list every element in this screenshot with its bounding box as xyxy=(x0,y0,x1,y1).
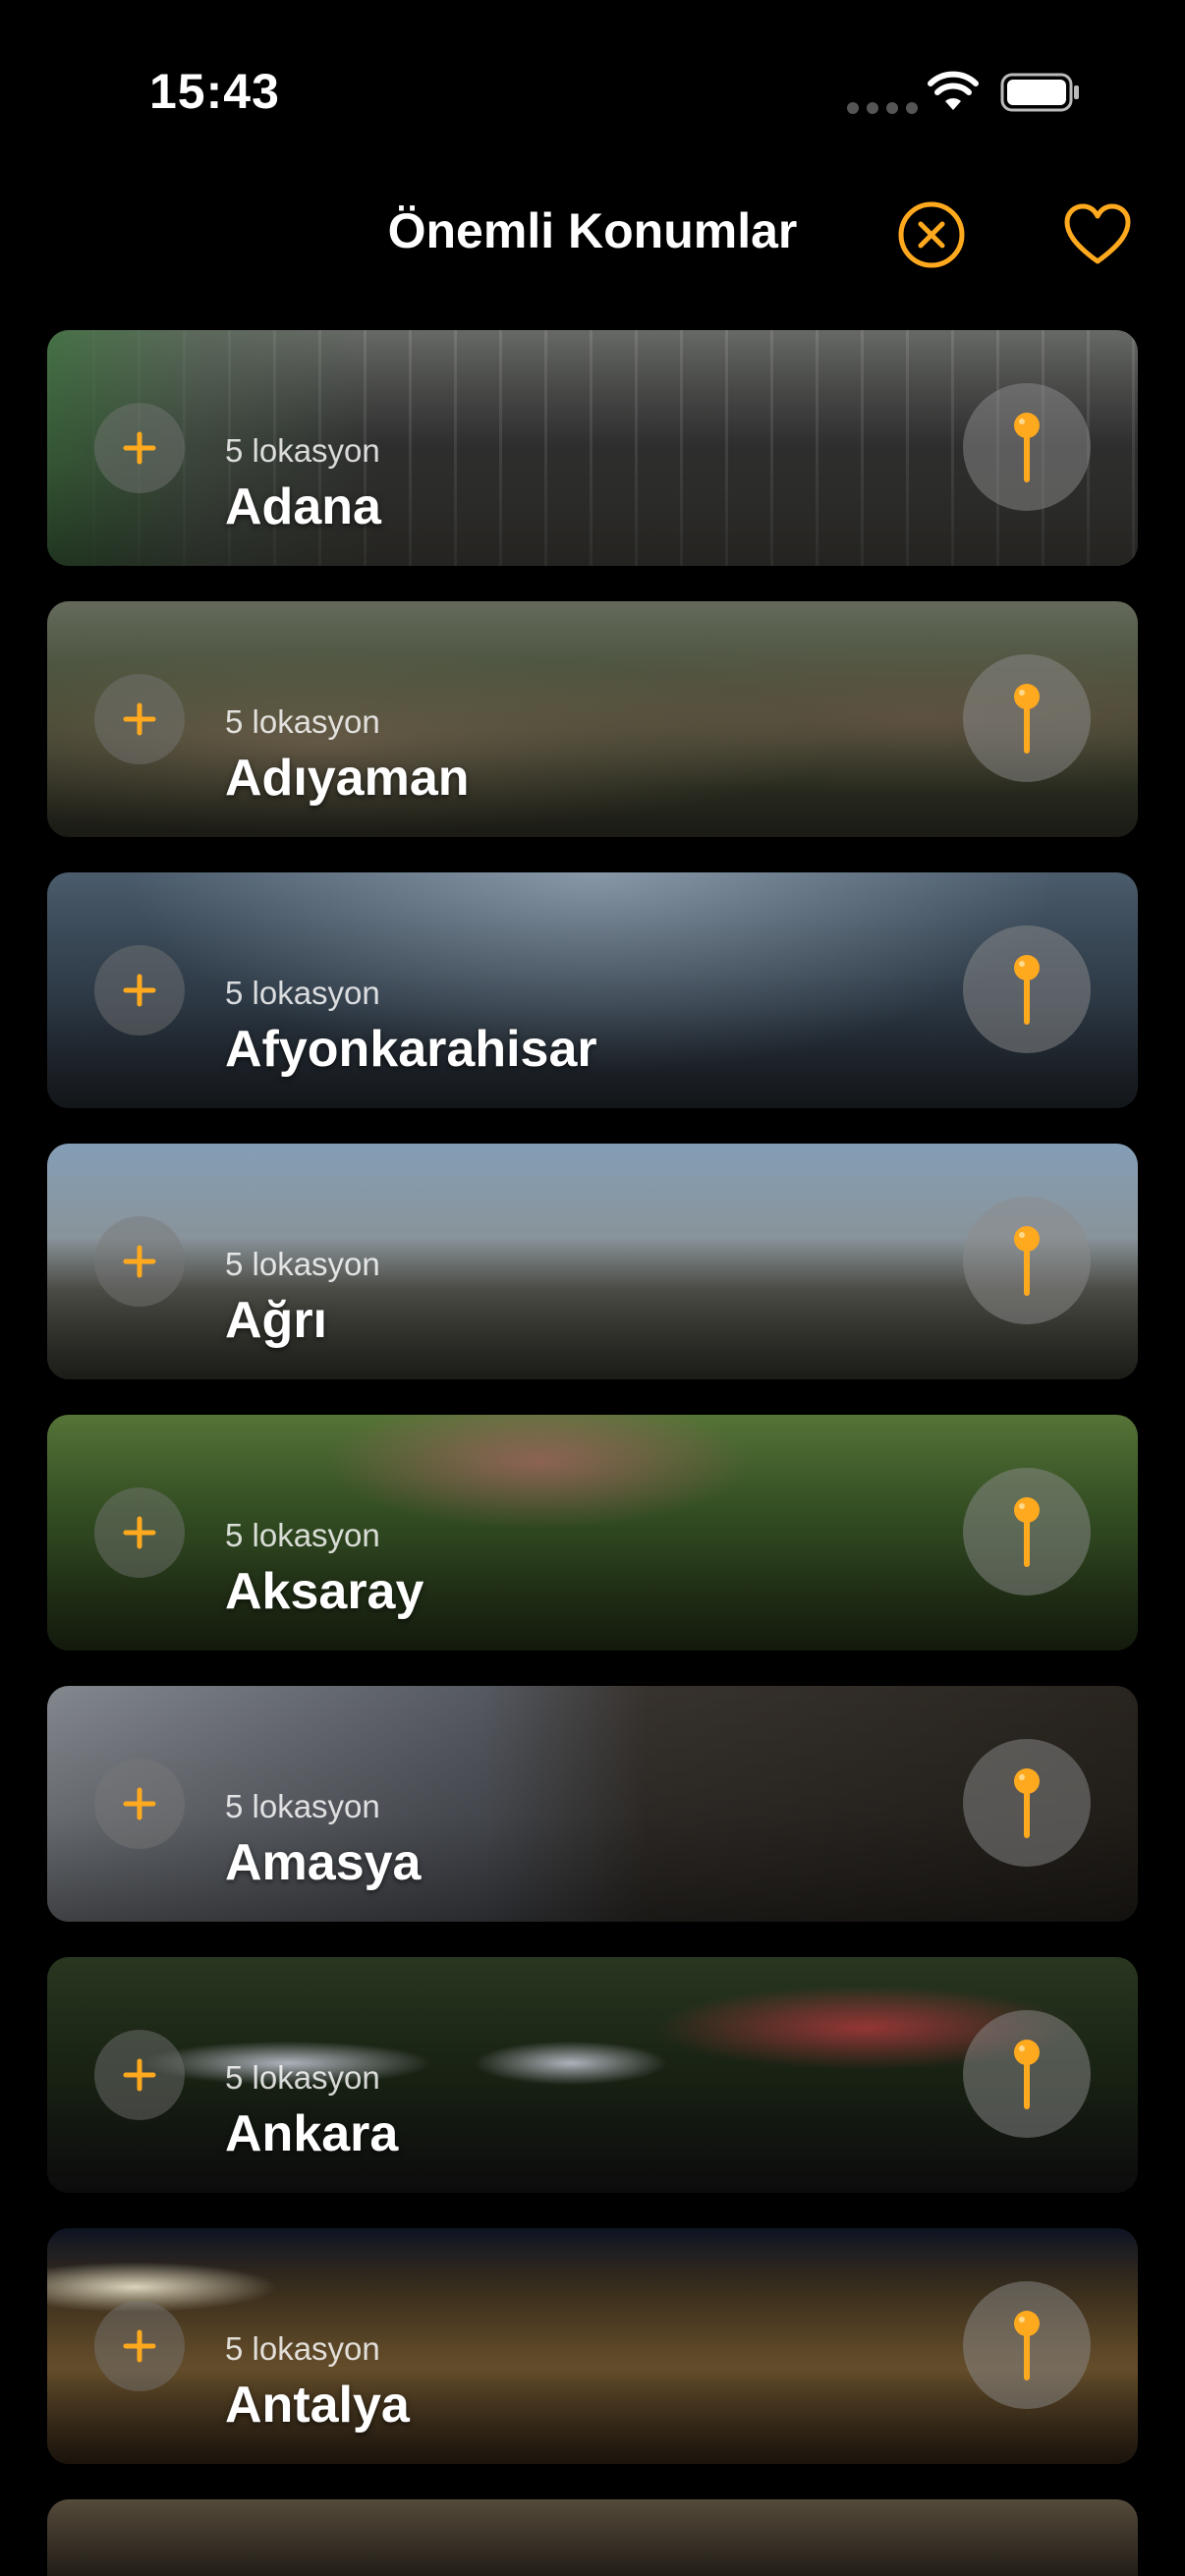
map-pin-button[interactable] xyxy=(963,383,1091,511)
city-name: Ankara xyxy=(225,2105,399,2162)
map-pin-icon xyxy=(1014,1497,1040,1567)
city-card-amasya[interactable]: 5 lokasyon Amasya xyxy=(47,1686,1138,1922)
city-name: Ağrı xyxy=(225,1292,327,1349)
map-pin-button[interactable] xyxy=(963,925,1091,1053)
city-subtitle: 5 lokasyon xyxy=(225,1246,380,1282)
map-pin-icon xyxy=(1014,413,1040,482)
city-card-aksaray[interactable]: 5 lokasyon Aksaray xyxy=(47,1415,1138,1651)
city-subtitle: 5 lokasyon xyxy=(225,2059,380,2096)
map-pin-button[interactable] xyxy=(963,1739,1091,1867)
add-button[interactable] xyxy=(94,2030,185,2120)
add-button[interactable] xyxy=(94,945,185,1036)
heart-icon[interactable] xyxy=(1063,202,1132,267)
city-name: Adıyaman xyxy=(225,750,470,807)
city-card-ankara[interactable]: 5 lokasyon Ankara xyxy=(47,1957,1138,2193)
card-shade xyxy=(47,2499,1138,2576)
cellular-signal-icon xyxy=(847,102,918,114)
plus-icon xyxy=(123,431,156,465)
map-pin-button[interactable] xyxy=(963,2010,1091,2138)
plus-icon xyxy=(123,974,156,1007)
city-name: Antalya xyxy=(225,2377,410,2434)
wifi-icon xyxy=(928,71,979,110)
city-card-afyonkarahisar[interactable]: 5 lokasyon Afyonkarahisar xyxy=(47,872,1138,1108)
city-name: Amasya xyxy=(225,1834,422,1891)
add-button[interactable] xyxy=(94,403,185,493)
city-card-adiyaman[interactable]: 5 lokasyon Adıyaman xyxy=(47,601,1138,837)
add-button[interactable] xyxy=(94,2301,185,2391)
map-pin-icon xyxy=(1014,1768,1040,1838)
city-list: 5 lokasyon Adana 5 lokasyon Adıyaman 5 l… xyxy=(47,330,1138,2576)
plus-icon xyxy=(123,2329,156,2363)
city-subtitle: 5 lokasyon xyxy=(225,975,380,1011)
map-pin-icon xyxy=(1014,1226,1040,1296)
map-pin-icon xyxy=(1014,2040,1040,2109)
city-card-partial[interactable] xyxy=(47,2499,1138,2576)
city-subtitle: 5 lokasyon xyxy=(225,432,380,469)
close-icon[interactable] xyxy=(897,200,966,269)
city-card-antalya[interactable]: 5 lokasyon Antalya xyxy=(47,2228,1138,2464)
city-card-agri[interactable]: 5 lokasyon Ağrı xyxy=(47,1144,1138,1379)
battery-icon xyxy=(1000,73,1079,112)
map-pin-icon xyxy=(1014,2311,1040,2380)
add-button[interactable] xyxy=(94,1487,185,1578)
city-subtitle: 5 lokasyon xyxy=(225,1517,380,1553)
plus-icon xyxy=(123,1787,156,1820)
city-subtitle: 5 lokasyon xyxy=(225,703,380,740)
city-subtitle: 5 lokasyon xyxy=(225,2330,380,2367)
map-pin-button[interactable] xyxy=(963,1468,1091,1596)
city-name: Aksaray xyxy=(225,1563,424,1620)
plus-icon xyxy=(123,1245,156,1278)
add-button[interactable] xyxy=(94,674,185,764)
plus-icon xyxy=(123,1516,156,1549)
map-pin-icon xyxy=(1014,955,1040,1025)
city-card-adana[interactable]: 5 lokasyon Adana xyxy=(47,330,1138,566)
map-pin-button[interactable] xyxy=(963,654,1091,782)
status-bar: 15:43 xyxy=(0,0,1185,147)
map-pin-button[interactable] xyxy=(963,2281,1091,2409)
map-pin-button[interactable] xyxy=(963,1197,1091,1324)
add-button[interactable] xyxy=(94,1759,185,1849)
map-pin-icon xyxy=(1014,684,1040,754)
city-name: Adana xyxy=(225,478,381,535)
city-subtitle: 5 lokasyon xyxy=(225,1788,380,1824)
add-button[interactable] xyxy=(94,1216,185,1307)
page-title: Önemli Konumlar xyxy=(387,203,798,258)
navigation-bar: Önemli Konumlar xyxy=(0,147,1185,314)
plus-icon xyxy=(123,2058,156,2092)
plus-icon xyxy=(123,702,156,736)
city-name: Afyonkarahisar xyxy=(225,1021,597,1078)
status-time: 15:43 xyxy=(149,64,280,119)
